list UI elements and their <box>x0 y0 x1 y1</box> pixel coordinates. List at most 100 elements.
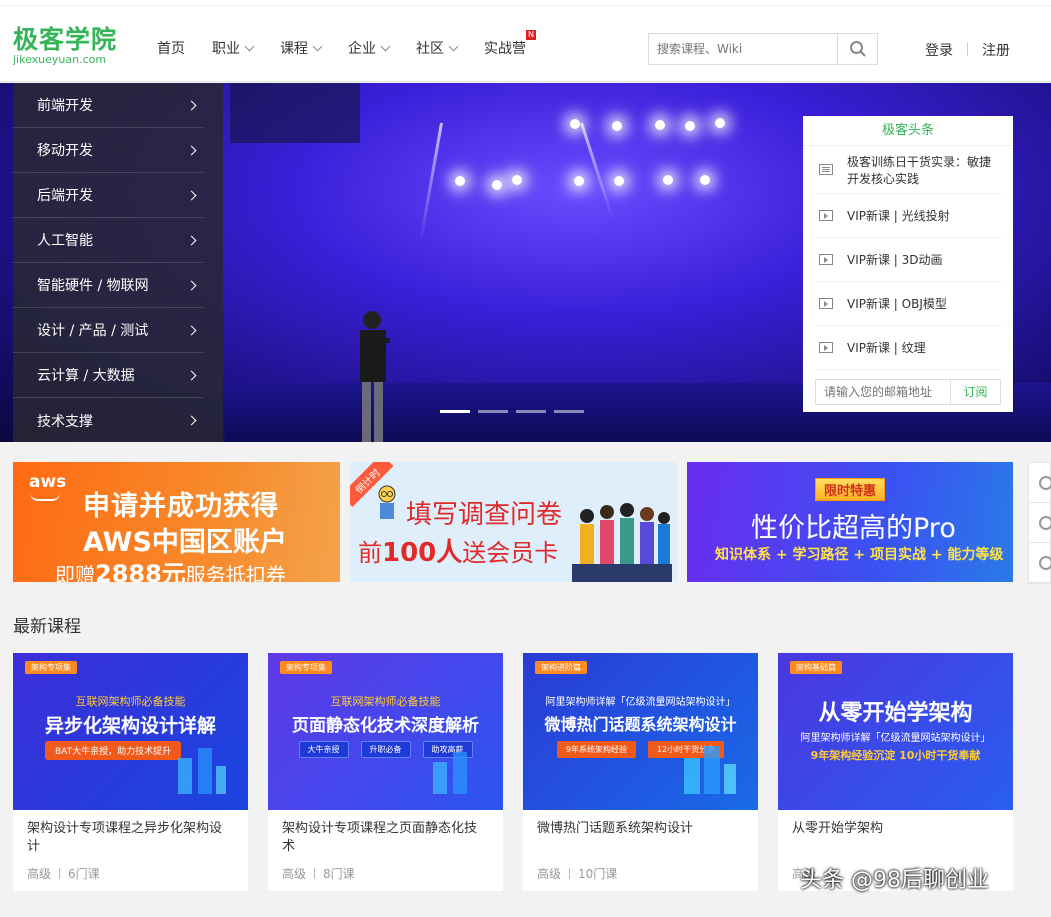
course-tag: 架构专项集 <box>280 661 332 674</box>
course-card[interactable]: 架构基础篇 从零开始学架构 阿里架构师详解「亿级流量网站架构设计」 9年架构经验… <box>778 653 1013 891</box>
carousel-dot[interactable] <box>440 410 470 413</box>
category-item[interactable]: 前端开发 <box>13 83 203 128</box>
course-cover: 架构基础篇 从零开始学架构 阿里架构师详解「亿级流量网站架构设计」 9年架构经验… <box>778 653 1013 810</box>
cover-subtitle: 阿里架构师详解「亿级流量网站架构设计」 <box>545 697 736 708</box>
stage-light <box>685 121 695 131</box>
cover-title: 微博热门话题系统架构设计 <box>544 715 737 734</box>
chevron-right-icon <box>186 280 197 290</box>
course-tag: 架构专项集 <box>25 661 77 674</box>
carousel-dot[interactable] <box>554 410 584 413</box>
cover-subtitle: 阿里架构师详解「亿级流量网站架构设计」 <box>800 733 991 744</box>
promo-line: 填写调查问卷 <box>406 500 563 530</box>
news-item[interactable]: 极客训练日干货实录：敏捷开发核心实践 <box>815 146 1001 194</box>
nav-bootcamp[interactable]: 实战营 N <box>484 30 536 58</box>
promo-survey[interactable]: 倒计时 填写调查问卷 前100人送会员卡 <box>350 462 677 582</box>
nav-community[interactable]: 社区 <box>416 38 459 58</box>
aws-logo: aws <box>29 472 67 492</box>
category-item[interactable]: 智能硬件 / 物联网 <box>13 263 203 308</box>
light-beam <box>580 122 614 219</box>
promo-text: 即赠 <box>55 563 95 582</box>
promo-line: 知识体系 + 学习路径 + 项目实战 + 能力等级 <box>715 547 1004 563</box>
chevron-right-icon <box>186 190 197 200</box>
nav-enterprise[interactable]: 企业 <box>348 38 391 58</box>
course-card[interactable]: 架构专项集 互联网架构师必备技能 异步化架构设计详解 BAT大牛亲授，助力技术提… <box>13 653 248 891</box>
divider <box>967 42 968 56</box>
nav-label: 社区 <box>416 41 444 57</box>
side-tool-button[interactable] <box>1029 543 1051 583</box>
promo-aws[interactable]: aws 申请并成功获得 AWS中国区账户 即赠2888元服务抵扣券 <box>13 462 340 582</box>
login-link[interactable]: 登录 <box>925 40 953 60</box>
server-illustration <box>684 746 736 794</box>
limited-offer-tag: 限时特惠 <box>815 478 886 501</box>
subscribe-button[interactable]: 订阅 <box>951 379 1001 405</box>
course-name[interactable]: 从零开始学架构 <box>792 820 999 856</box>
side-tool-button[interactable] <box>1029 503 1051 543</box>
course-card[interactable]: 架构专项集 互联网架构师必备技能 页面静态化技术深度解析 大牛亲授 升职必备 助… <box>268 653 503 891</box>
hero-banner[interactable]: 前端开发 移动开发 后端开发 人工智能 智能硬件 / 物联网 设计 / 产品 /… <box>0 83 1051 442</box>
logo-en: jikexueyuan.com <box>13 53 107 66</box>
search-button[interactable] <box>837 34 877 64</box>
stage-light <box>512 175 522 185</box>
news-item[interactable]: VIP新课 | 光线投射 <box>815 194 1001 238</box>
news-item[interactable]: VIP新课 | OBJ模型 <box>815 282 1001 326</box>
course-name[interactable]: 微博热门话题系统架构设计 <box>537 820 744 856</box>
news-item[interactable]: VIP新课 | 3D动画 <box>815 238 1001 282</box>
course-cover: 架构专项集 互联网架构师必备技能 异步化架构设计详解 BAT大牛亲授，助力技术提… <box>13 653 248 810</box>
course-info: 架构设计专项课程之页面静态化技术 高级 8门课 <box>268 810 503 882</box>
nav-career[interactable]: 职业 <box>212 38 255 58</box>
cover-pill: 9年架构经验沉淀 10小时干货奉献 <box>810 749 981 762</box>
light-beam <box>419 122 443 242</box>
chevron-right-icon <box>186 370 197 380</box>
category-label: 技术支撑 <box>37 413 93 430</box>
promo-line: 即赠2888元服务抵扣券 <box>55 554 286 582</box>
stage-light <box>700 175 710 185</box>
email-field[interactable] <box>815 379 951 405</box>
course-level: 高级 <box>282 867 307 881</box>
chat-icon <box>1039 556 1051 570</box>
category-item[interactable]: 云计算 / 大数据 <box>13 353 203 398</box>
news-title: 极客头条 <box>803 116 1013 146</box>
course-card[interactable]: 架构进阶篇 阿里架构师详解「亿级流量网站架构设计」 微博热门话题系统架构设计 9… <box>523 653 758 891</box>
chevron-down-icon <box>312 41 323 51</box>
course-level: 高级 <box>27 867 52 881</box>
search-input[interactable] <box>649 34 837 64</box>
search-icon <box>849 41 866 57</box>
news-item[interactable]: VIP新课 | 纹理 <box>815 326 1001 370</box>
server-illustration <box>178 748 226 794</box>
category-item[interactable]: 技术支撑 <box>13 398 203 442</box>
promo-line: 前100人送会员卡 <box>358 532 558 569</box>
course-tag: 架构基础篇 <box>790 661 842 674</box>
nav-home[interactable]: 首页 <box>157 38 185 58</box>
category-label: 设计 / 产品 / 测试 <box>37 323 149 339</box>
cover-pill: BAT大牛亲授，助力技术提升 <box>45 741 182 760</box>
chevron-down-icon <box>380 41 391 51</box>
stage-light <box>574 176 584 186</box>
category-item[interactable]: 设计 / 产品 / 测试 <box>13 308 203 353</box>
course-name[interactable]: 架构设计专项课程之页面静态化技术 <box>282 820 489 856</box>
course-info: 架构设计专项课程之异步化架构设计 高级 6门课 <box>13 810 248 882</box>
nav-courses[interactable]: 课程 <box>280 38 323 58</box>
side-tool-button[interactable] <box>1029 463 1051 503</box>
stage-light <box>715 118 725 128</box>
video-icon <box>819 342 833 353</box>
site-logo[interactable]: 极客学院 jikexueyuan.com <box>13 26 117 66</box>
carousel-dot[interactable] <box>516 410 546 413</box>
auth-links: 登录 注册 <box>925 40 1010 60</box>
carousel-dot[interactable] <box>478 410 508 413</box>
category-label: 前端开发 <box>37 98 93 114</box>
category-item[interactable]: 人工智能 <box>13 218 203 263</box>
aws-smile-icon <box>30 493 60 501</box>
category-item[interactable]: 移动开发 <box>13 128 203 173</box>
register-link[interactable]: 注册 <box>982 40 1010 60</box>
course-name[interactable]: 架构设计专项课程之异步化架构设计 <box>27 820 234 856</box>
category-menu: 前端开发 移动开发 后端开发 人工智能 智能硬件 / 物联网 设计 / 产品 /… <box>13 83 223 442</box>
cover-subtitle: 互联网架构师必备技能 <box>75 695 186 708</box>
category-item[interactable]: 后端开发 <box>13 173 203 218</box>
stage-light <box>614 176 624 186</box>
app-icon <box>1039 476 1051 490</box>
chevron-down-icon <box>448 41 459 51</box>
character-icon <box>378 485 396 519</box>
promo-amount: 2888元 <box>95 560 186 582</box>
divider <box>314 868 316 879</box>
promo-pro[interactable]: 限时特惠 性价比超高的Pro 知识体系 + 学习路径 + 项目实战 + 能力等级 <box>687 462 1013 582</box>
